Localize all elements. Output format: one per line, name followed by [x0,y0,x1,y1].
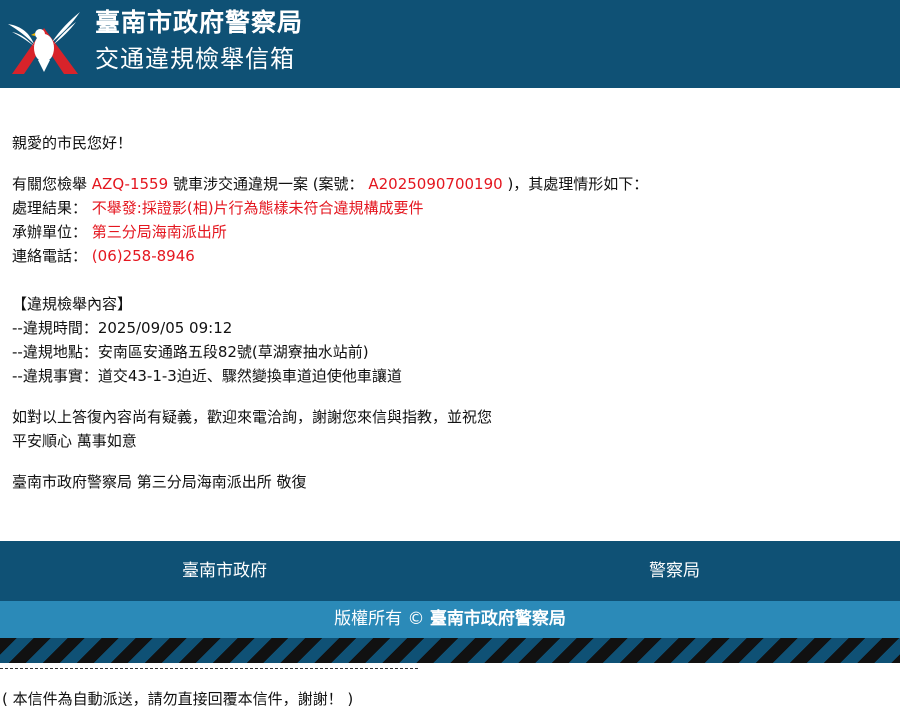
copyright-prefix: 版權所有 © [334,609,430,629]
unit-value: 第三分局海南派出所 [91,223,227,241]
plate-number: AZQ-1559 [91,175,169,193]
detail-fact: --違規事實：道交43-1-3迫近、驟然變換車道迫使他車讓道 [12,367,402,385]
copyright-bar: 版權所有 © 臺南市政府警察局 [0,601,900,638]
result-value: 不舉發:採證影(相)片行為態樣未符合違規構成要件 [91,199,424,217]
nav-link-city-government[interactable]: 臺南市政府 [182,559,267,583]
intro-pre: 有關您檢舉 [12,175,88,193]
intro-line: 有關您檢舉 AZQ-1559 號車涉交通違規一案 (案號： A202509070… [12,172,892,196]
site-title: 臺南市政府警察局 [95,8,304,37]
footer-nav: 臺南市政府 警察局 [0,541,900,601]
detail-time: --違規時間：2025/09/05 09:12 [12,319,233,337]
signature: 臺南市政府警察局 第三分局海南派出所 敬復 [12,473,307,491]
unit-label: 承辦單位： [12,223,88,241]
result-label: 處理結果： [12,199,88,217]
closing-line-2: 平安順心 萬事如意 [12,432,137,450]
site-subtitle: 交通違規檢舉信箱 [95,45,295,73]
police-eagle-emblem-icon [8,12,80,74]
case-number: A2025090700190 [368,175,503,193]
copyright-org: 臺南市政府警察局 [429,609,566,629]
intro-post: )，其處理情形如下： [507,175,649,193]
letter-body: 親愛的市民您好！ 有關您檢舉 AZQ-1559 號車涉交通違規一案 (案號： A… [12,131,892,494]
auto-send-note: ( 本信件為自動派送，請勿直接回覆本信件，謝謝！ ) [2,690,354,708]
decorative-stripe [0,638,900,663]
header-banner: 臺南市政府警察局 交通違規檢舉信箱 [0,0,900,88]
closing-line-1: 如對以上答復內容尚有疑義，歡迎來電洽詢，謝謝您來信與指教，並祝您 [12,408,493,426]
phone-value: (06)258-8946 [91,247,195,265]
nav-link-police-bureau[interactable]: 警察局 [649,559,700,583]
divider [0,668,418,669]
detail-place: --違規地點：安南區安通路五段82號(草湖寮抽水站前) [12,343,369,361]
result-line: 處理結果： 不舉發:採證影(相)片行為態樣未符合違規構成要件 [12,196,892,220]
unit-line: 承辦單位： 第三分局海南派出所 [12,220,892,244]
phone-label: 連絡電話： [12,247,88,265]
section-title: 【違規檢舉內容】 [12,295,133,313]
greeting: 親愛的市民您好！ [12,134,133,152]
intro-mid: 號車涉交通違規一案 (案號： [172,175,364,193]
phone-line: 連絡電話： (06)258-8946 [12,244,892,268]
